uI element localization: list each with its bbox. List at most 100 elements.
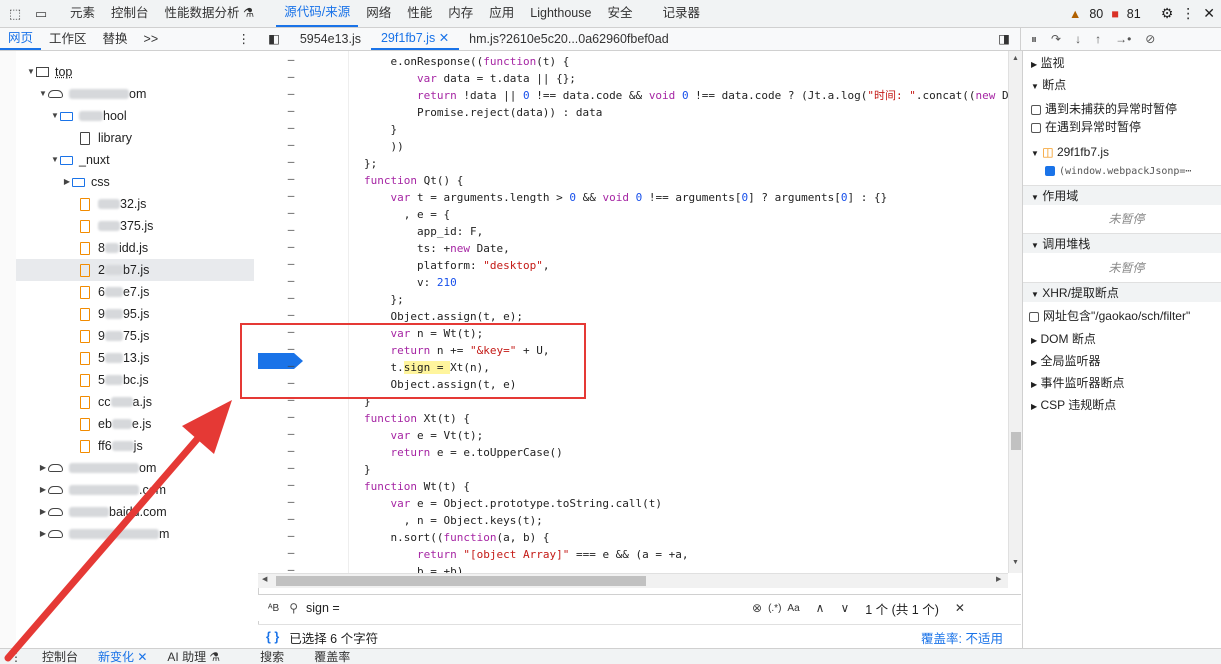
line-number-marker[interactable]: – (286, 104, 296, 117)
tab-console[interactable]: 控制台 (103, 0, 157, 27)
tab-lighthouse[interactable]: Lighthouse (522, 0, 599, 27)
callstack-section[interactable]: ▼ 调用堆栈 (1023, 233, 1221, 253)
watch-section[interactable]: ▶ 监视 (1023, 53, 1221, 73)
scroll-right-icon[interactable]: ▶ (996, 575, 1001, 583)
tree-item-css[interactable]: ▶ css (62, 171, 110, 193)
toggle-navigator-icon[interactable]: ◧ (258, 28, 290, 50)
code-editor[interactable]: – – – – – – – – – – – – – – – – – – – – – – – – – – – – – – – e.onResp… (258, 51, 1008, 573)
replace-toggle-icon[interactable]: ᴬB (268, 603, 279, 614)
tab-page[interactable]: 网页 (0, 28, 42, 50)
line-number-marker[interactable]: – (286, 87, 296, 100)
line-number-marker[interactable]: – (286, 478, 296, 491)
warning-count[interactable]: 80 (1089, 7, 1103, 21)
drawer-menu-icon[interactable]: ⋮ (0, 650, 32, 664)
breakpoint-checkbox[interactable] (1045, 166, 1055, 176)
tree-item-js[interactable]: 6 e7.js (80, 281, 149, 303)
line-number-marker[interactable]: – (286, 546, 296, 559)
line-number-marker[interactable]: – (286, 427, 296, 440)
tab-application[interactable]: 应用 (481, 0, 522, 27)
tab-workspace[interactable]: 工作区 (41, 28, 95, 50)
tree-item-js[interactable]: ff6 js (80, 435, 143, 457)
tab-elements[interactable]: 元素 (62, 0, 103, 27)
line-gutter[interactable]: – – – – – – – – – – – – – – – – – – – – – – – – – – – – – – – (258, 51, 349, 573)
tab-security[interactable]: 安全 (599, 0, 640, 27)
pause-uncaught-row[interactable]: 遇到未捕获的异常时暂停 (1023, 99, 1221, 119)
scroll-thumb[interactable] (1011, 432, 1021, 450)
xhr-breakpoints-section[interactable]: ▼ XHR/提取断点 (1023, 282, 1221, 302)
tree-item-js[interactable]: eb e.js (80, 413, 151, 435)
pretty-print-icon[interactable]: { } (266, 630, 279, 644)
tree-item-js[interactable]: 5 13.js (80, 347, 149, 369)
scroll-down-icon[interactable]: ▼ (1012, 559, 1019, 566)
line-number-marker[interactable]: – (286, 172, 296, 185)
editor-horizontal-scrollbar[interactable]: ◀ ▶ (258, 573, 1008, 588)
global-listeners-section[interactable]: ▶ 全局监听器 (1023, 351, 1221, 371)
tree-item-js[interactable]: 9 95.js (80, 303, 149, 325)
tree-item-domain[interactable]: ▶ .com (38, 479, 166, 501)
line-number-marker[interactable]: – (286, 512, 296, 525)
tree-item-folder[interactable]: ▼ hool (50, 105, 127, 127)
tab-network[interactable]: 网络 (358, 0, 399, 27)
scope-section[interactable]: ▼ 作用域 (1023, 185, 1221, 205)
drawer-tab-changes[interactable]: 新变化 ✕ (88, 649, 157, 664)
tree-item-js[interactable]: 32.js (80, 193, 146, 215)
tree-item-domain[interactable]: ▼ om (38, 83, 146, 105)
collapse-arrow-icon[interactable]: ▶ (38, 479, 48, 501)
collapse-arrow-icon[interactable]: ▶ (38, 457, 48, 479)
tree-item-domain[interactable]: ▶ om (38, 457, 156, 479)
breakpoint-file-row[interactable]: ▼ ◫ 29f1fb7.js (1023, 142, 1221, 162)
tree-item-domain[interactable]: ▶ baidu.com (38, 501, 167, 523)
toggle-debugger-icon[interactable]: ◨ (988, 28, 1020, 50)
navigator-menu-icon[interactable]: ⋮ (230, 28, 259, 50)
step-out-icon[interactable]: ↑ (1095, 32, 1101, 46)
line-number-marker[interactable]: – (286, 121, 296, 134)
tree-item-js[interactable]: 5 bc.js (80, 369, 149, 391)
collapse-arrow-icon[interactable]: ▶ (38, 523, 48, 545)
line-number-marker[interactable]: – (286, 206, 296, 219)
line-number-marker[interactable]: – (286, 189, 296, 202)
tab-performance[interactable]: 性能 (399, 0, 440, 27)
close-icon[interactable]: ✕ (1203, 5, 1215, 22)
tree-item-js[interactable]: 9 75.js (80, 325, 149, 347)
tab-performance-insights[interactable]: 性能数据分析 ⚗ (157, 0, 263, 27)
line-number-marker[interactable]: – (286, 291, 296, 304)
file-tab-active[interactable]: 29f1fb7.js ✕ (370, 28, 460, 50)
line-number-marker[interactable]: – (286, 274, 296, 287)
expand-arrow-icon[interactable]: ▼ (38, 83, 48, 105)
line-number-marker[interactable]: – (286, 529, 296, 542)
pause-caught-row[interactable]: 在遇到异常时暂停 (1023, 117, 1221, 137)
file-tab-1[interactable]: 5954e13.js (290, 28, 371, 50)
line-number-marker[interactable]: – (286, 461, 296, 474)
line-number-marker[interactable]: – (286, 495, 296, 508)
tree-item-js[interactable]: 375.js (80, 215, 153, 237)
scroll-thumb[interactable] (276, 576, 646, 586)
line-number-marker[interactable]: – (286, 444, 296, 457)
pause-icon[interactable]: ⏸ (1031, 32, 1037, 47)
error-icon[interactable]: ■ (1111, 7, 1119, 21)
error-count[interactable]: 81 (1127, 7, 1141, 21)
inspect-element-icon[interactable]: ⬚ (4, 3, 26, 25)
scroll-up-icon[interactable]: ▲ (1012, 55, 1019, 62)
scroll-left-icon[interactable]: ◀ (262, 575, 267, 583)
collapse-arrow-icon[interactable]: ▶ (38, 501, 48, 523)
tab-recorder[interactable]: 记录器 (654, 0, 708, 27)
pause-caught-checkbox[interactable] (1031, 122, 1041, 133)
csp-breakpoints-section[interactable]: ▶ CSP 违规断点 (1023, 395, 1221, 415)
drawer-tab-console[interactable]: 控制台 (32, 649, 88, 664)
pause-uncaught-checkbox[interactable] (1031, 104, 1041, 115)
tree-item-js[interactable]: 8 idd.js (80, 237, 148, 259)
collapse-arrow-icon[interactable]: ▶ (62, 171, 72, 193)
expand-arrow-icon[interactable]: ▼ (50, 105, 60, 127)
warning-icon[interactable]: ▲ (1069, 7, 1081, 21)
settings-gear-icon[interactable]: ⚙ (1161, 5, 1174, 22)
tree-item-library[interactable]: library (80, 127, 132, 149)
tree-item-nuxt[interactable]: ▼ _nuxt (50, 149, 110, 171)
step-icon[interactable]: →• (1115, 32, 1131, 46)
line-number-marker[interactable]: – (286, 155, 296, 168)
line-number-marker[interactable]: – (286, 240, 296, 253)
line-number-marker[interactable]: – (286, 138, 296, 151)
deactivate-breakpoints-icon[interactable]: ⊘ (1145, 32, 1155, 46)
search-input[interactable]: sign = (306, 601, 746, 615)
line-number-marker[interactable]: – (286, 308, 296, 321)
regex-toggle[interactable]: (.*) (768, 603, 781, 614)
